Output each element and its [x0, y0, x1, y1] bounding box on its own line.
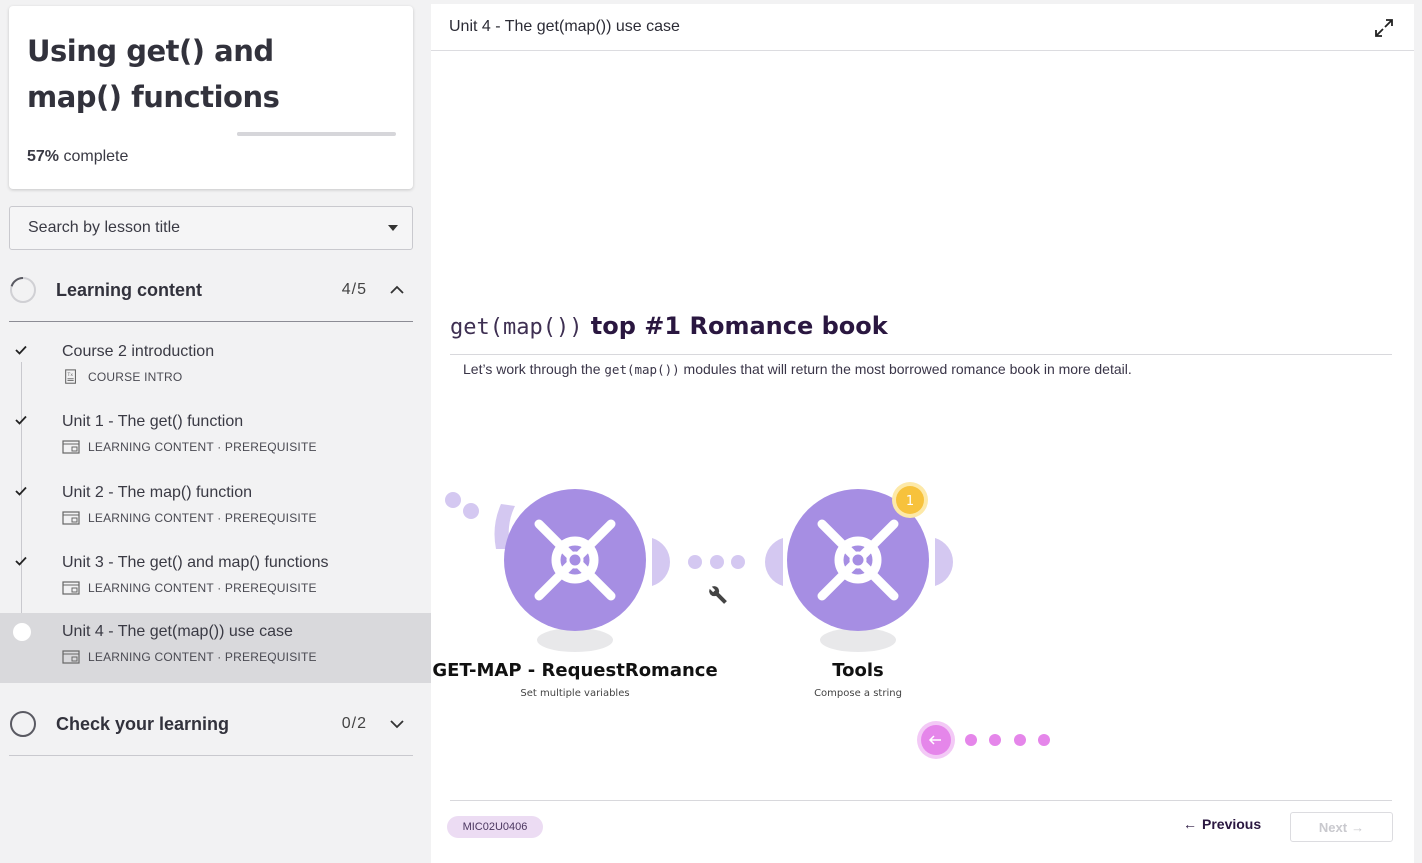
module-2-title: Tools — [832, 660, 884, 681]
lesson-title: Unit 2 - The map() function — [62, 484, 253, 501]
expand-icon[interactable] — [1374, 18, 1394, 38]
search-placeholder: Search by lesson title — [28, 219, 181, 236]
module-1-subtitle: Set multiple variables — [520, 688, 629, 699]
progress-fill — [237, 132, 328, 136]
lesson-meta-text: LEARNING CONTENT · PREREQUISITE — [88, 581, 317, 595]
lesson-viewer: Unit 4 - The get(map()) use case get(map… — [431, 4, 1414, 863]
section-check-your-learning[interactable]: Check your learning 0/2 — [9, 699, 413, 749]
pager-dot[interactable] — [989, 734, 1001, 746]
module-2-subtitle: Compose a string — [814, 688, 902, 699]
sidebar: Using get() and map() functions 57% comp… — [0, 0, 431, 863]
footer-divider — [450, 800, 1392, 801]
window-icon — [62, 511, 80, 525]
lesson-item[interactable]: Unit 1 - The get() function LEARNING CON… — [0, 403, 431, 473]
lesson-title: Unit 4 - The get(map()) use case — [62, 623, 293, 640]
window-icon — [62, 440, 80, 454]
window-icon — [62, 650, 80, 664]
pager-dot[interactable] — [1014, 734, 1026, 746]
progress-text: 57% complete — [27, 148, 128, 166]
arrow-left-icon: ← — [1183, 816, 1197, 832]
para-code: get(map()) — [604, 362, 680, 377]
progress-value: 57% — [27, 148, 60, 165]
document-icon: Tx — [65, 369, 76, 384]
next-label: Next — [1318, 819, 1348, 835]
lesson-meta: LEARNING CONTENT · PREREQUISITE — [62, 649, 317, 665]
check-icon — [15, 556, 27, 566]
progress-ring-icon — [10, 711, 36, 737]
lesson-meta-text: LEARNING CONTENT · PREREQUISITE — [88, 440, 317, 454]
progress-suffix: complete — [59, 148, 129, 165]
module-shadow — [820, 628, 896, 652]
section-divider — [9, 755, 413, 756]
para-before: Let’s work through the — [463, 361, 605, 377]
previous-label: Previous — [1202, 816, 1262, 832]
section-title: Check your learning — [56, 713, 230, 734]
connector-dot — [463, 503, 479, 519]
pager-dot[interactable] — [965, 734, 977, 746]
lesson-item[interactable]: Unit 2 - The map() function LEARNING CON… — [0, 474, 431, 544]
progress-ring-icon — [10, 277, 36, 303]
lesson-meta-text: LEARNING CONTENT · PREREQUISITE — [88, 650, 317, 664]
wrench-icon[interactable] — [706, 583, 729, 606]
window-icon — [62, 581, 80, 595]
caret-down-icon — [388, 225, 398, 231]
current-lesson-dot — [13, 623, 31, 641]
chevron-down-icon[interactable] — [387, 714, 407, 734]
lesson-title: Unit 1 - The get() function — [62, 413, 244, 430]
lesson-paragraph: Let’s work through the get(map()) module… — [463, 361, 1132, 377]
section-count: 4/5 — [341, 281, 367, 298]
lesson-meta-text: LEARNING CONTENT · PREREQUISITE — [88, 511, 317, 525]
connector-dot — [445, 492, 461, 508]
scenario-diagram: 1 GET-MAP - RequestRomance Set multiple … — [432, 482, 1050, 759]
arrow-right-icon: → — [1351, 819, 1365, 835]
lesson-item[interactable]: Course 2 introduction Tx COURSE INTRO — [0, 333, 431, 403]
heading-code: get(map()) — [450, 315, 583, 340]
pager-dot[interactable] — [1038, 734, 1050, 746]
diagram-back-button[interactable] — [917, 721, 955, 759]
viewer-header: Unit 4 - The get(map()) use case — [431, 4, 1414, 51]
module-shadow — [537, 628, 613, 652]
connector-dot — [731, 555, 745, 569]
check-icon — [15, 345, 27, 355]
lesson-item[interactable]: Unit 3 - The get() and map() functions L… — [0, 544, 431, 614]
course-card: Using get() and map() functions 57% comp… — [9, 6, 413, 189]
section-title: Learning content — [56, 279, 203, 300]
heading-text: top #1 Romance book — [582, 312, 888, 340]
section-divider — [9, 321, 413, 322]
previous-button[interactable]: ← Previous — [1183, 816, 1261, 832]
svg-text:Tx: Tx — [66, 372, 73, 378]
para-after: modules that will return the most borrow… — [679, 361, 1132, 377]
chevron-up-icon[interactable] — [387, 280, 407, 300]
badge-count: 1 — [906, 494, 914, 509]
check-icon — [15, 486, 27, 496]
module-halo — [652, 538, 670, 586]
section-count: 0/2 — [341, 715, 367, 732]
section-learning-content[interactable]: Learning content 4/5 — [9, 265, 413, 315]
module-1-title: GET-MAP - RequestRomance — [432, 660, 717, 681]
lesson-meta-text: COURSE INTRO — [88, 370, 183, 384]
heading-divider — [450, 354, 1392, 355]
course-title: Using get() and map() functions — [27, 34, 280, 114]
lesson-title: Unit 3 - The get() and map() functions — [62, 554, 329, 571]
lesson-heading: get(map()) top #1 Romance book — [450, 312, 888, 340]
lesson-meta: LEARNING CONTENT · PREREQUISITE — [62, 510, 317, 526]
module-halo — [765, 538, 783, 586]
connector-dot — [710, 555, 724, 569]
connector-dot — [688, 555, 702, 569]
progress-bar — [237, 132, 396, 136]
lesson-title: Course 2 introduction — [62, 343, 215, 360]
lesson-search-select[interactable]: Search by lesson title — [9, 206, 413, 250]
viewer-title: Unit 4 - The get(map()) use case — [449, 18, 680, 35]
lesson-meta: Tx COURSE INTRO — [62, 369, 182, 385]
module-halo — [935, 538, 953, 586]
lesson-meta: LEARNING CONTENT · PREREQUISITE — [62, 580, 317, 596]
next-button[interactable]: Next → — [1290, 812, 1393, 842]
check-icon — [15, 415, 27, 425]
lesson-meta: LEARNING CONTENT · PREREQUISITE — [62, 439, 317, 455]
lesson-item-active[interactable]: Unit 4 - The get(map()) use case LEARNIN… — [0, 613, 431, 683]
lesson-code-badge: MIC02U0406 — [447, 816, 543, 838]
